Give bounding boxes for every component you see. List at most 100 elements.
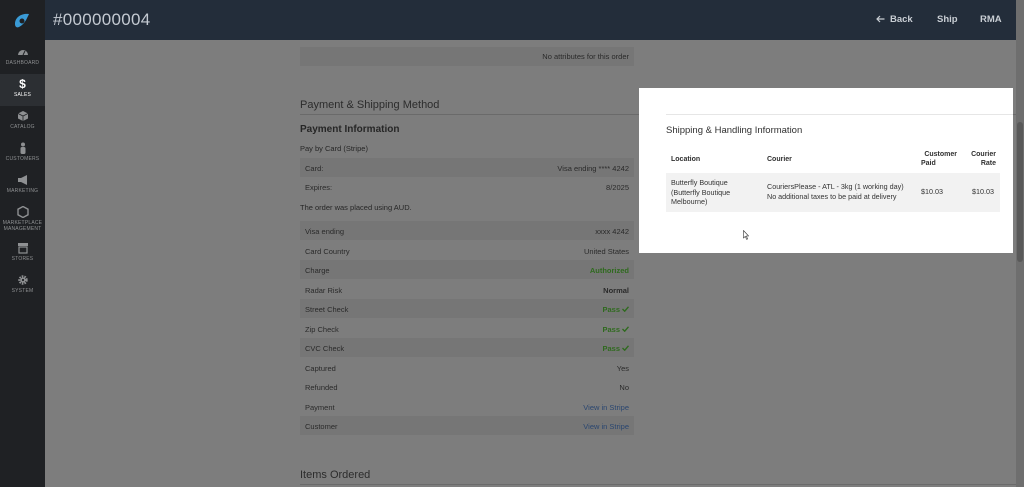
arrow-left-icon <box>876 15 885 23</box>
view-customer-in-stripe-link[interactable]: View in Stripe <box>583 422 629 431</box>
cell-line: No additional taxes to be paid at delive… <box>767 191 897 201</box>
page-scrollbar[interactable] <box>1016 0 1024 487</box>
admin-sidebar: DASHBOARD $ SALES CATALOG CUSTOMERS MARK… <box>0 0 45 487</box>
no-attributes-text: No attributes for this order <box>542 52 629 61</box>
stripe-row-charge: Charge Authorized <box>300 260 634 279</box>
header-line: Paid <box>921 160 936 167</box>
row-label: Zip Check <box>305 325 339 334</box>
store-icon <box>17 243 28 254</box>
stripe-row-street: Street Check Pass <box>300 299 634 318</box>
row-value: Yes <box>616 364 629 373</box>
sidebar-item-catalog[interactable]: CATALOG <box>0 106 45 138</box>
column-header-customer-paid: Customer Customer Paid <box>921 150 957 168</box>
expires-value: 8/2025 <box>606 183 629 192</box>
row-value: Normal <box>603 286 629 295</box>
stripe-row-radar: Radar Risk Normal <box>300 280 634 299</box>
sidebar-item-system[interactable]: SYSTEM <box>0 270 45 302</box>
items-ordered-heading: Items Ordered <box>300 469 371 481</box>
pass-text: Pass <box>602 344 620 353</box>
row-label: Refunded <box>305 383 338 392</box>
row-label: CVC Check <box>305 344 345 353</box>
logo-icon[interactable] <box>11 10 33 32</box>
section-divider <box>300 484 1016 485</box>
ship-button[interactable]: Ship <box>937 14 958 25</box>
row-label: Payment <box>305 403 335 412</box>
pass-text: Pass <box>602 305 620 314</box>
rma-button[interactable]: RMA <box>980 14 1002 25</box>
cube-icon <box>17 111 28 121</box>
mouse-cursor-icon <box>743 230 749 240</box>
currency-note: The order was placed using AUD. <box>300 203 412 212</box>
cell-line: Butterfly Boutique <box>671 178 728 187</box>
sidebar-item-label: CUSTOMERS <box>5 156 40 162</box>
stripe-row-customer: Customer View in Stripe <box>300 416 634 435</box>
cell-line: Melbourne) <box>671 197 708 206</box>
page-title: #000000004 <box>53 10 151 29</box>
payment-info-heading: Payment Information <box>300 124 400 135</box>
card-row: Card: Visa ending **** 4242 <box>300 158 634 177</box>
pass-text: Pass <box>602 325 620 334</box>
stripe-row-payment: Payment View in Stripe <box>300 397 634 416</box>
row-value: No <box>619 383 629 392</box>
sidebar-item-marketplace-management[interactable]: MARKETPLACE MANAGEMENT <box>0 202 45 236</box>
row-label: Street Check <box>305 305 349 314</box>
card-value: Visa ending **** 4242 <box>557 164 629 173</box>
column-header-location: Location <box>671 156 701 163</box>
sidebar-item-dashboard[interactable]: DASHBOARD <box>0 42 45 74</box>
shipping-info-modal: Shipping & Handling Information Location… <box>639 88 1013 253</box>
header-line: Customer <box>924 151 957 158</box>
sidebar-item-label: MANAGEMENT <box>3 226 42 232</box>
sidebar-item-customers[interactable]: CUSTOMERS <box>0 138 45 170</box>
sidebar-item-label: DASHBOARD <box>5 60 40 66</box>
row-value: Pass <box>602 305 629 314</box>
dashboard-icon <box>17 50 28 56</box>
row-label: Captured <box>305 364 336 373</box>
sidebar-item-label: SALES <box>13 92 32 98</box>
row-value: Pass <box>602 344 629 353</box>
stripe-row-cvc: CVC Check Pass <box>300 338 634 357</box>
stripe-row-visa: Visa ending xxxx 4242 <box>300 221 634 240</box>
sidebar-item-label: MARKETING <box>6 188 39 194</box>
stripe-row-country: Card Country United States <box>300 241 634 260</box>
courier-rate-cell: $10.03 <box>972 187 994 196</box>
sidebar-item-sales[interactable]: $ SALES <box>0 74 45 106</box>
check-icon <box>622 326 629 332</box>
row-value: United States <box>583 247 629 256</box>
check-icon <box>622 345 629 351</box>
sidebar-item-stores[interactable]: STORES <box>0 238 45 270</box>
row-label: Radar Risk <box>305 286 343 295</box>
page-header: #000000004 Back Ship RMA <box>45 0 1016 40</box>
expires-label: Expires: <box>305 183 333 192</box>
back-button-label: Back <box>890 14 913 25</box>
sidebar-item-label: STORES <box>11 256 34 262</box>
modal-divider <box>666 114 1013 115</box>
sidebar-item-label: SYSTEM <box>11 288 34 294</box>
megaphone-icon <box>17 175 27 185</box>
scrollbar-thumb[interactable] <box>1017 122 1023 262</box>
row-value: Pass <box>602 325 629 334</box>
row-label: Charge <box>305 266 330 275</box>
row-value: xxxx 4242 <box>595 227 629 236</box>
row-label: Customer <box>305 422 338 431</box>
order-attributes-box: No attributes for this order <box>300 47 634 66</box>
location-cell: Butterfly Boutique (Butterfly Boutique M… <box>671 178 730 207</box>
view-payment-in-stripe-link[interactable]: View in Stripe <box>583 403 629 412</box>
payment-method-text: Pay by Card (Stripe) <box>300 144 368 153</box>
hexagon-icon <box>16 206 29 218</box>
courier-cell: CouriersPlease - ATL - 3kg (1 working da… <box>767 182 904 201</box>
sidebar-item-marketing[interactable]: MARKETING <box>0 170 45 202</box>
column-header-courier-rate: Courier Rate <box>964 150 996 168</box>
payment-shipping-heading: Payment & Shipping Method <box>300 99 440 111</box>
modal-title: Shipping & Handling Information <box>666 125 803 136</box>
header-line: Courier <box>971 151 996 158</box>
charge-status-badge: Authorized <box>589 266 629 275</box>
header-line: Rate <box>980 160 996 167</box>
stripe-row-captured: Captured Yes <box>300 358 634 377</box>
cell-line: CouriersPlease - ATL - 3kg (1 working da… <box>767 182 904 191</box>
column-header-courier: Courier <box>767 156 792 163</box>
sidebar-item-label: CATALOG <box>10 124 35 130</box>
table-row: Butterfly Boutique (Butterfly Boutique M… <box>666 173 1000 212</box>
back-button[interactable]: Back <box>876 14 913 25</box>
person-icon <box>20 142 25 154</box>
stripe-row-refunded: Refunded No <box>300 377 634 396</box>
